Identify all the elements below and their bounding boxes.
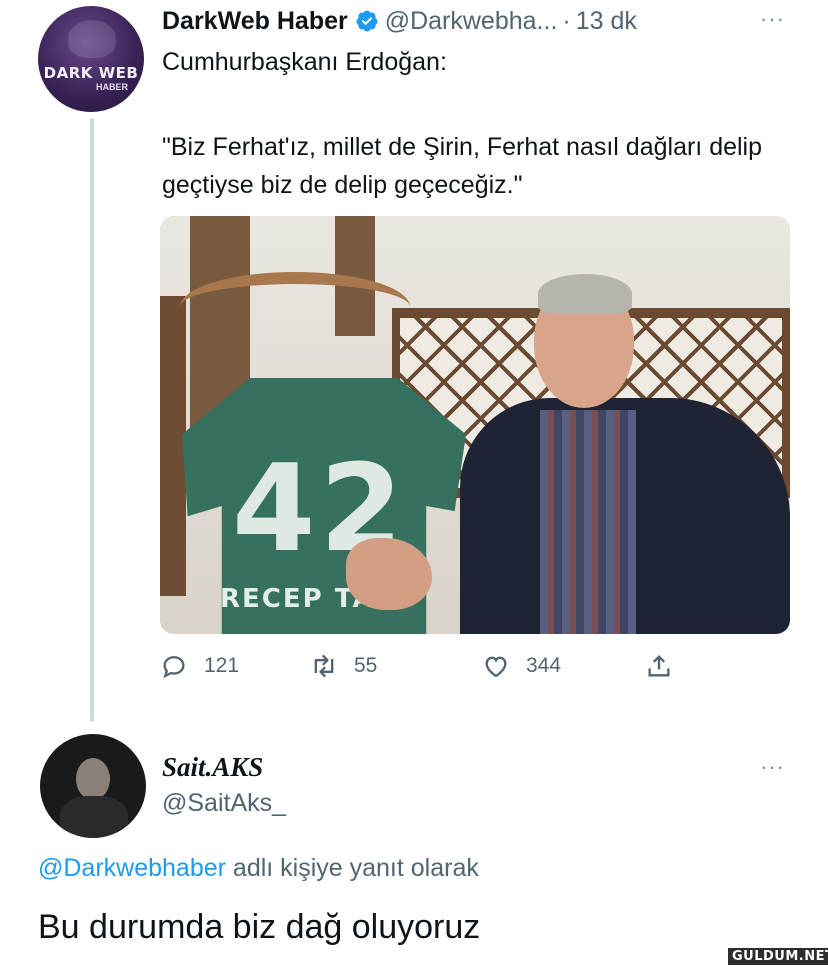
reply-tweet-text: Bu durumda biz dağ oluyoruz (38, 908, 481, 946)
tweet-text-intro: Cumhurbaşkanı Erdoğan: (162, 48, 447, 76)
like-count: 344 (526, 654, 562, 677)
share-button[interactable] (645, 650, 673, 682)
replying-to-line: @Darkwebhaber adlı kişiye yanıt olarak (38, 854, 479, 883)
replying-to-handle-link[interactable]: @Darkwebhaber (38, 854, 226, 882)
avatar-face (76, 758, 110, 800)
avatar-logo-text: DARK WEB (43, 64, 139, 82)
replying-to-suffix: adlı kişiye yanıt olarak (225, 854, 479, 882)
photo-person-hair (538, 274, 632, 314)
author-handle[interactable]: @Darkwebha... (385, 7, 558, 36)
reply-author-avatar[interactable] (40, 734, 146, 838)
site-watermark: GULDUM.NET (728, 948, 828, 965)
author-avatar[interactable]: DARK WEB HABER (38, 6, 144, 112)
share-icon (648, 655, 670, 677)
tweet-timestamp[interactable]: 13 dk (576, 7, 637, 36)
reply-author-name[interactable]: Sait.AKS (162, 752, 263, 783)
tweet-text-quote: "Biz Ferhat'ız, millet de Şirin, Ferhat … (162, 133, 763, 199)
reply-count: 121 (204, 654, 240, 677)
heart-icon (485, 656, 507, 678)
retweet-button[interactable]: 55 (310, 650, 377, 682)
more-options-icon[interactable]: ··· (760, 754, 785, 780)
tweet-header: DarkWeb Haber @Darkwebha... · 13 dk (162, 6, 637, 36)
tweet-actions-bar: 121 55 344 (160, 650, 690, 686)
author-name[interactable]: DarkWeb Haber (162, 7, 348, 36)
avatar-logo-subtext: HABER (96, 82, 129, 92)
reply-icon (163, 656, 185, 679)
retweet-icon (314, 654, 334, 678)
verified-badge-icon (356, 10, 378, 32)
more-options-icon[interactable]: ··· (760, 6, 785, 32)
photo-person-shirt (540, 410, 636, 634)
avatar-body (60, 796, 128, 838)
logo-emblem (68, 20, 116, 58)
reply-author-handle[interactable]: @SaitAks_ (162, 789, 286, 818)
photo-hanger (180, 272, 410, 342)
like-button[interactable]: 344 (482, 650, 561, 682)
retweet-count: 55 (354, 654, 378, 677)
meta-separator: · (562, 6, 571, 35)
tweet-media-photo[interactable]: 42 RECEP TA (160, 216, 790, 634)
reply-button[interactable]: 121 (160, 650, 239, 682)
thread-connector-line (90, 118, 94, 722)
